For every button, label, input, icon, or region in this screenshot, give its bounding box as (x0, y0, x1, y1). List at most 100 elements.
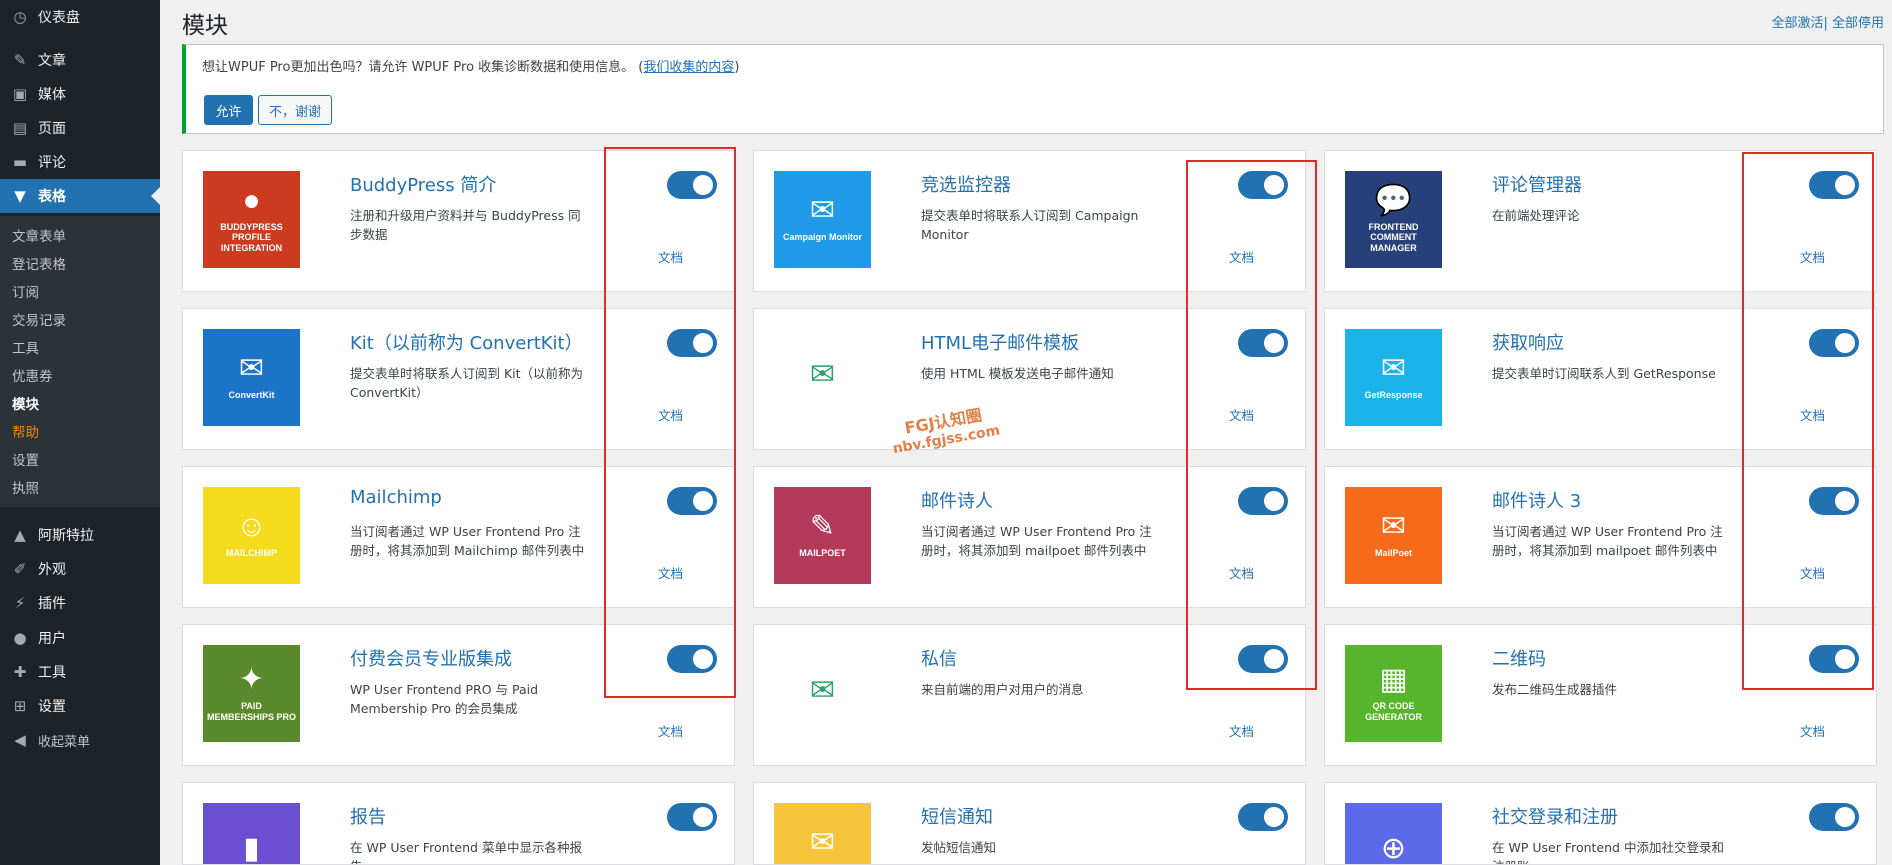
menu-dashboard[interactable]: ◷ 仪表盘 (0, 0, 160, 34)
module-doc-link[interactable]: 文档 (1800, 563, 1825, 582)
module-toggle[interactable] (1238, 171, 1288, 199)
module-toggle[interactable] (1238, 329, 1288, 357)
module-card: ✎ MAILPOET 邮件诗人 当订阅者通过 WP User Frontend Pro… (753, 466, 1306, 608)
module-toggle[interactable] (1809, 487, 1859, 515)
module-toggle[interactable] (1238, 803, 1288, 831)
submenu-transactions[interactable]: 交易记录 (12, 309, 66, 329)
module-card: ✉ ConvertKit Kit（以前称为 ConvertKit） 提交表单时将联系人… (182, 308, 735, 450)
menu-plugins[interactable]: ⚡ 插件 (0, 586, 160, 620)
module-toggle[interactable] (1238, 487, 1288, 515)
menu-forms[interactable]: ▼ 表格 (0, 179, 160, 213)
menu-comments[interactable]: ▬ 评论 (0, 145, 160, 179)
what-we-collect-link[interactable]: 我们收集的内容 (643, 60, 734, 75)
submenu-post-forms[interactable]: 文章表单 (12, 225, 66, 245)
menu-posts[interactable]: ✎ 文章 (0, 43, 160, 77)
menu-label: 页面 (38, 121, 66, 137)
module-title[interactable]: 短信通知 (921, 803, 993, 829)
submenu-coupons[interactable]: 优惠券 (12, 365, 53, 385)
menu-pages[interactable]: ▤ 页面 (0, 111, 160, 145)
submenu-tools[interactable]: 工具 (12, 337, 39, 357)
module-description: 在前端处理评论 (1492, 208, 1580, 223)
submenu-settings[interactable]: 设置 (12, 449, 39, 469)
module-logo-text: MAILCHIMP (226, 548, 277, 559)
module-logo-icon: ✉ (809, 826, 836, 860)
module-doc-link[interactable]: 文档 (1800, 405, 1825, 424)
activate-all-link[interactable]: 全部激活 (1771, 16, 1823, 31)
module-title[interactable]: 评论管理器 (1492, 171, 1582, 197)
menu-label: 媒体 (38, 87, 66, 103)
menu-collapse[interactable]: ◀ 收起菜单 (0, 723, 160, 757)
module-toggle[interactable] (667, 487, 717, 515)
module-doc-link[interactable]: 文档 (658, 721, 683, 740)
separator: | (1823, 16, 1828, 31)
module-logo-icon: 💬 (1374, 183, 1413, 217)
module-doc-link[interactable]: 文档 (1229, 721, 1254, 740)
module-doc-link[interactable]: 文档 (1800, 721, 1825, 740)
dashboard-icon: ◷ (13, 8, 27, 26)
module-title[interactable]: 付费会员专业版集成 (350, 645, 512, 671)
module-logo-icon: ✉ (809, 194, 836, 228)
toggle-knob (1264, 491, 1284, 511)
submenu-license[interactable]: 执照 (12, 477, 39, 497)
module-card: ● BUDDYPRESS PROFILE INTEGRATION BuddyPres… (182, 150, 735, 292)
module-title[interactable]: BuddyPress 简介 (350, 171, 496, 197)
module-doc-link[interactable]: 文档 (1229, 405, 1254, 424)
module-doc-link[interactable]: 文档 (1229, 563, 1254, 582)
menu-users[interactable]: ● 用户 (0, 621, 160, 655)
module-title[interactable]: HTML电子邮件模板 (921, 329, 1079, 355)
module-logo-icon: ▮ (243, 831, 260, 865)
module-thumbnail: ✉SMS (774, 803, 871, 864)
deactivate-all-link[interactable]: 全部停用 (1832, 16, 1884, 31)
module-card: ✉SMS短信通知发帖短信通知文档 (753, 782, 1306, 865)
module-description: 发帖短信通知 (921, 840, 997, 855)
module-doc-link[interactable]: 文档 (1800, 247, 1825, 266)
submenu-registration-forms[interactable]: 登记表格 (12, 253, 66, 273)
module-title[interactable]: 报告 (350, 803, 386, 829)
allow-button[interactable]: 允许 (204, 95, 253, 125)
module-doc-link[interactable]: 文档 (658, 247, 683, 266)
notice-link-close: ) (734, 60, 740, 75)
menu-media[interactable]: ▣ 媒体 (0, 77, 160, 111)
module-card: ✉ 私信 来自前端的用户对用户的消息 文档 (753, 624, 1306, 766)
forms-submenu: 文章表单 登记表格 订阅 交易记录 工具 优惠券 模块 帮助 设置 执照 (0, 216, 160, 507)
module-title[interactable]: Mailchimp (350, 487, 442, 508)
module-toggle[interactable] (667, 171, 717, 199)
module-title[interactable]: 社交登录和注册 (1492, 803, 1618, 829)
module-card: ✉ MailPoet 邮件诗人 3 当订阅者通过 WP User Frontend P… (1324, 466, 1877, 608)
module-title[interactable]: 私信 (921, 645, 957, 671)
menu-astra[interactable]: ▲ 阿斯特拉 (0, 518, 160, 552)
module-title[interactable]: Kit（以前称为 ConvertKit） (350, 329, 583, 355)
module-title[interactable]: 获取响应 (1492, 329, 1564, 355)
toggle-knob (693, 333, 713, 353)
module-logo-text: ConvertKit (228, 390, 275, 401)
module-title[interactable]: 邮件诗人 3 (1492, 487, 1581, 513)
module-toggle[interactable] (1809, 171, 1859, 199)
module-title[interactable]: 邮件诗人 (921, 487, 993, 513)
toggle-knob (1264, 807, 1284, 827)
decline-button[interactable]: 不，谢谢 (258, 95, 332, 125)
menu-appearance[interactable]: ✐ 外观 (0, 552, 160, 586)
module-toggle[interactable] (1809, 645, 1859, 673)
module-toggle[interactable] (1238, 645, 1288, 673)
module-description: 当订阅者通过 WP User Frontend Pro 注册时，将其添加到 ma… (1492, 524, 1723, 558)
module-toggle[interactable] (1809, 803, 1859, 831)
module-doc-link[interactable]: 文档 (658, 563, 683, 582)
module-title[interactable]: 竞选监控器 (921, 171, 1011, 197)
module-description: 在 WP User Frontend 中添加社交登录和注册账 (1492, 840, 1724, 864)
module-logo-icon: ✉ (238, 352, 265, 386)
submenu-subscriptions[interactable]: 订阅 (12, 281, 39, 301)
module-toggle[interactable] (667, 803, 717, 831)
module-toggle[interactable] (1809, 329, 1859, 357)
module-toggle[interactable] (667, 329, 717, 357)
menu-settings[interactable]: ⊞ 设置 (0, 689, 160, 723)
menu-label: 文章 (38, 53, 66, 69)
module-title[interactable]: 二维码 (1492, 645, 1546, 671)
module-doc-link[interactable]: 文档 (658, 405, 683, 424)
submenu-modules[interactable]: 模块 (12, 393, 39, 413)
module-thumbnail: ▦ QR CODE GENERATOR (1345, 645, 1442, 742)
menu-tools[interactable]: ✚ 工具 (0, 655, 160, 689)
submenu-help[interactable]: 帮助 (12, 421, 39, 441)
module-doc-link[interactable]: 文档 (1229, 247, 1254, 266)
module-toggle[interactable] (667, 645, 717, 673)
media-icon: ▣ (12, 85, 28, 103)
